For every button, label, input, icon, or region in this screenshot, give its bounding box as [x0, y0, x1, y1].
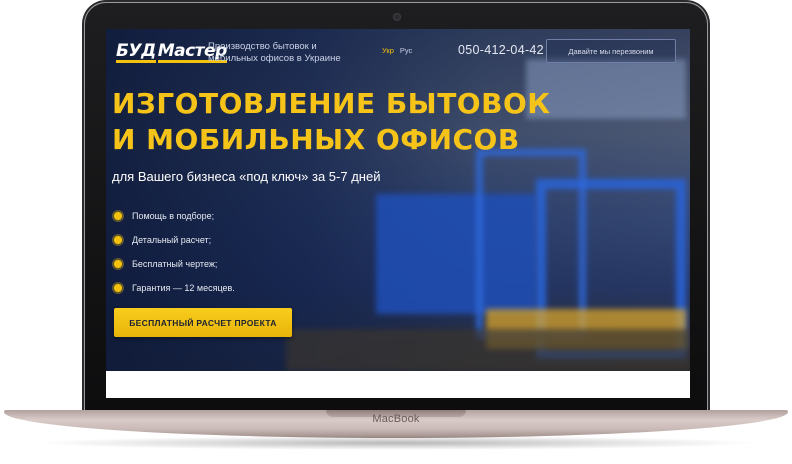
bullet-icon — [114, 212, 122, 220]
feature-item: Помощь в подборе; — [114, 204, 235, 228]
bullet-icon — [114, 236, 122, 244]
callback-button[interactable]: Давайте мы перезвоним — [546, 39, 676, 63]
free-estimate-button[interactable]: БЕСПЛАТНЫЙ РАСЧЕТ ПРОЕКТА — [114, 308, 292, 337]
feature-list: Помощь в подборе; Детальный расчет; Бесп… — [114, 204, 235, 300]
feature-item: Бесплатный чертеж; — [114, 252, 235, 276]
feature-text: Детальный расчет; — [132, 235, 212, 245]
feature-item: Детальный расчет; — [114, 228, 235, 252]
site-tagline: Производство бытовок и мобильных офисов … — [208, 41, 341, 64]
lang-rus-link[interactable]: Рус — [400, 46, 412, 55]
feature-text: Гарантия — 12 месяцев. — [132, 283, 235, 293]
background-floor — [286, 329, 690, 371]
headline-line-1: ИЗГОТОВЛЕНИЕ БЫТОВОК — [112, 87, 551, 120]
laptop-screen: БУД Мастер Производство бытовок и мобиль… — [106, 29, 690, 398]
bullet-icon — [114, 260, 122, 268]
logo-text-bud: БУД — [116, 40, 156, 63]
device-brand-label: MacBook — [372, 413, 420, 425]
hero-section: БУД Мастер Производство бытовок и мобиль… — [106, 29, 690, 371]
site-header: БУД Мастер Производство бытовок и мобиль… — [106, 29, 690, 77]
lang-ukr-link[interactable]: Укр — [382, 46, 394, 55]
page-content-area — [106, 371, 690, 398]
feature-text: Помощь в подборе; — [132, 211, 215, 221]
hero-headline: ИЗГОТОВЛЕНИЕ БЫТОВОК И МОБИЛЬНЫХ ОФИСОВ — [112, 86, 592, 158]
feature-item: Гарантия — 12 месяцев. — [114, 276, 235, 300]
hero-subheadline: для Вашего бизнеса «под ключ» за 5-7 дне… — [112, 169, 381, 184]
headline-line-2: И МОБИЛЬНЫХ ОФИСОВ — [112, 123, 520, 156]
language-switcher: Укр Рус — [382, 46, 412, 55]
bullet-icon — [114, 284, 122, 292]
feature-text: Бесплатный чертеж; — [132, 259, 218, 269]
phone-number[interactable]: 050-412-04-42 — [458, 43, 544, 57]
laptop-shadow — [30, 436, 762, 450]
camera-icon — [394, 14, 400, 20]
